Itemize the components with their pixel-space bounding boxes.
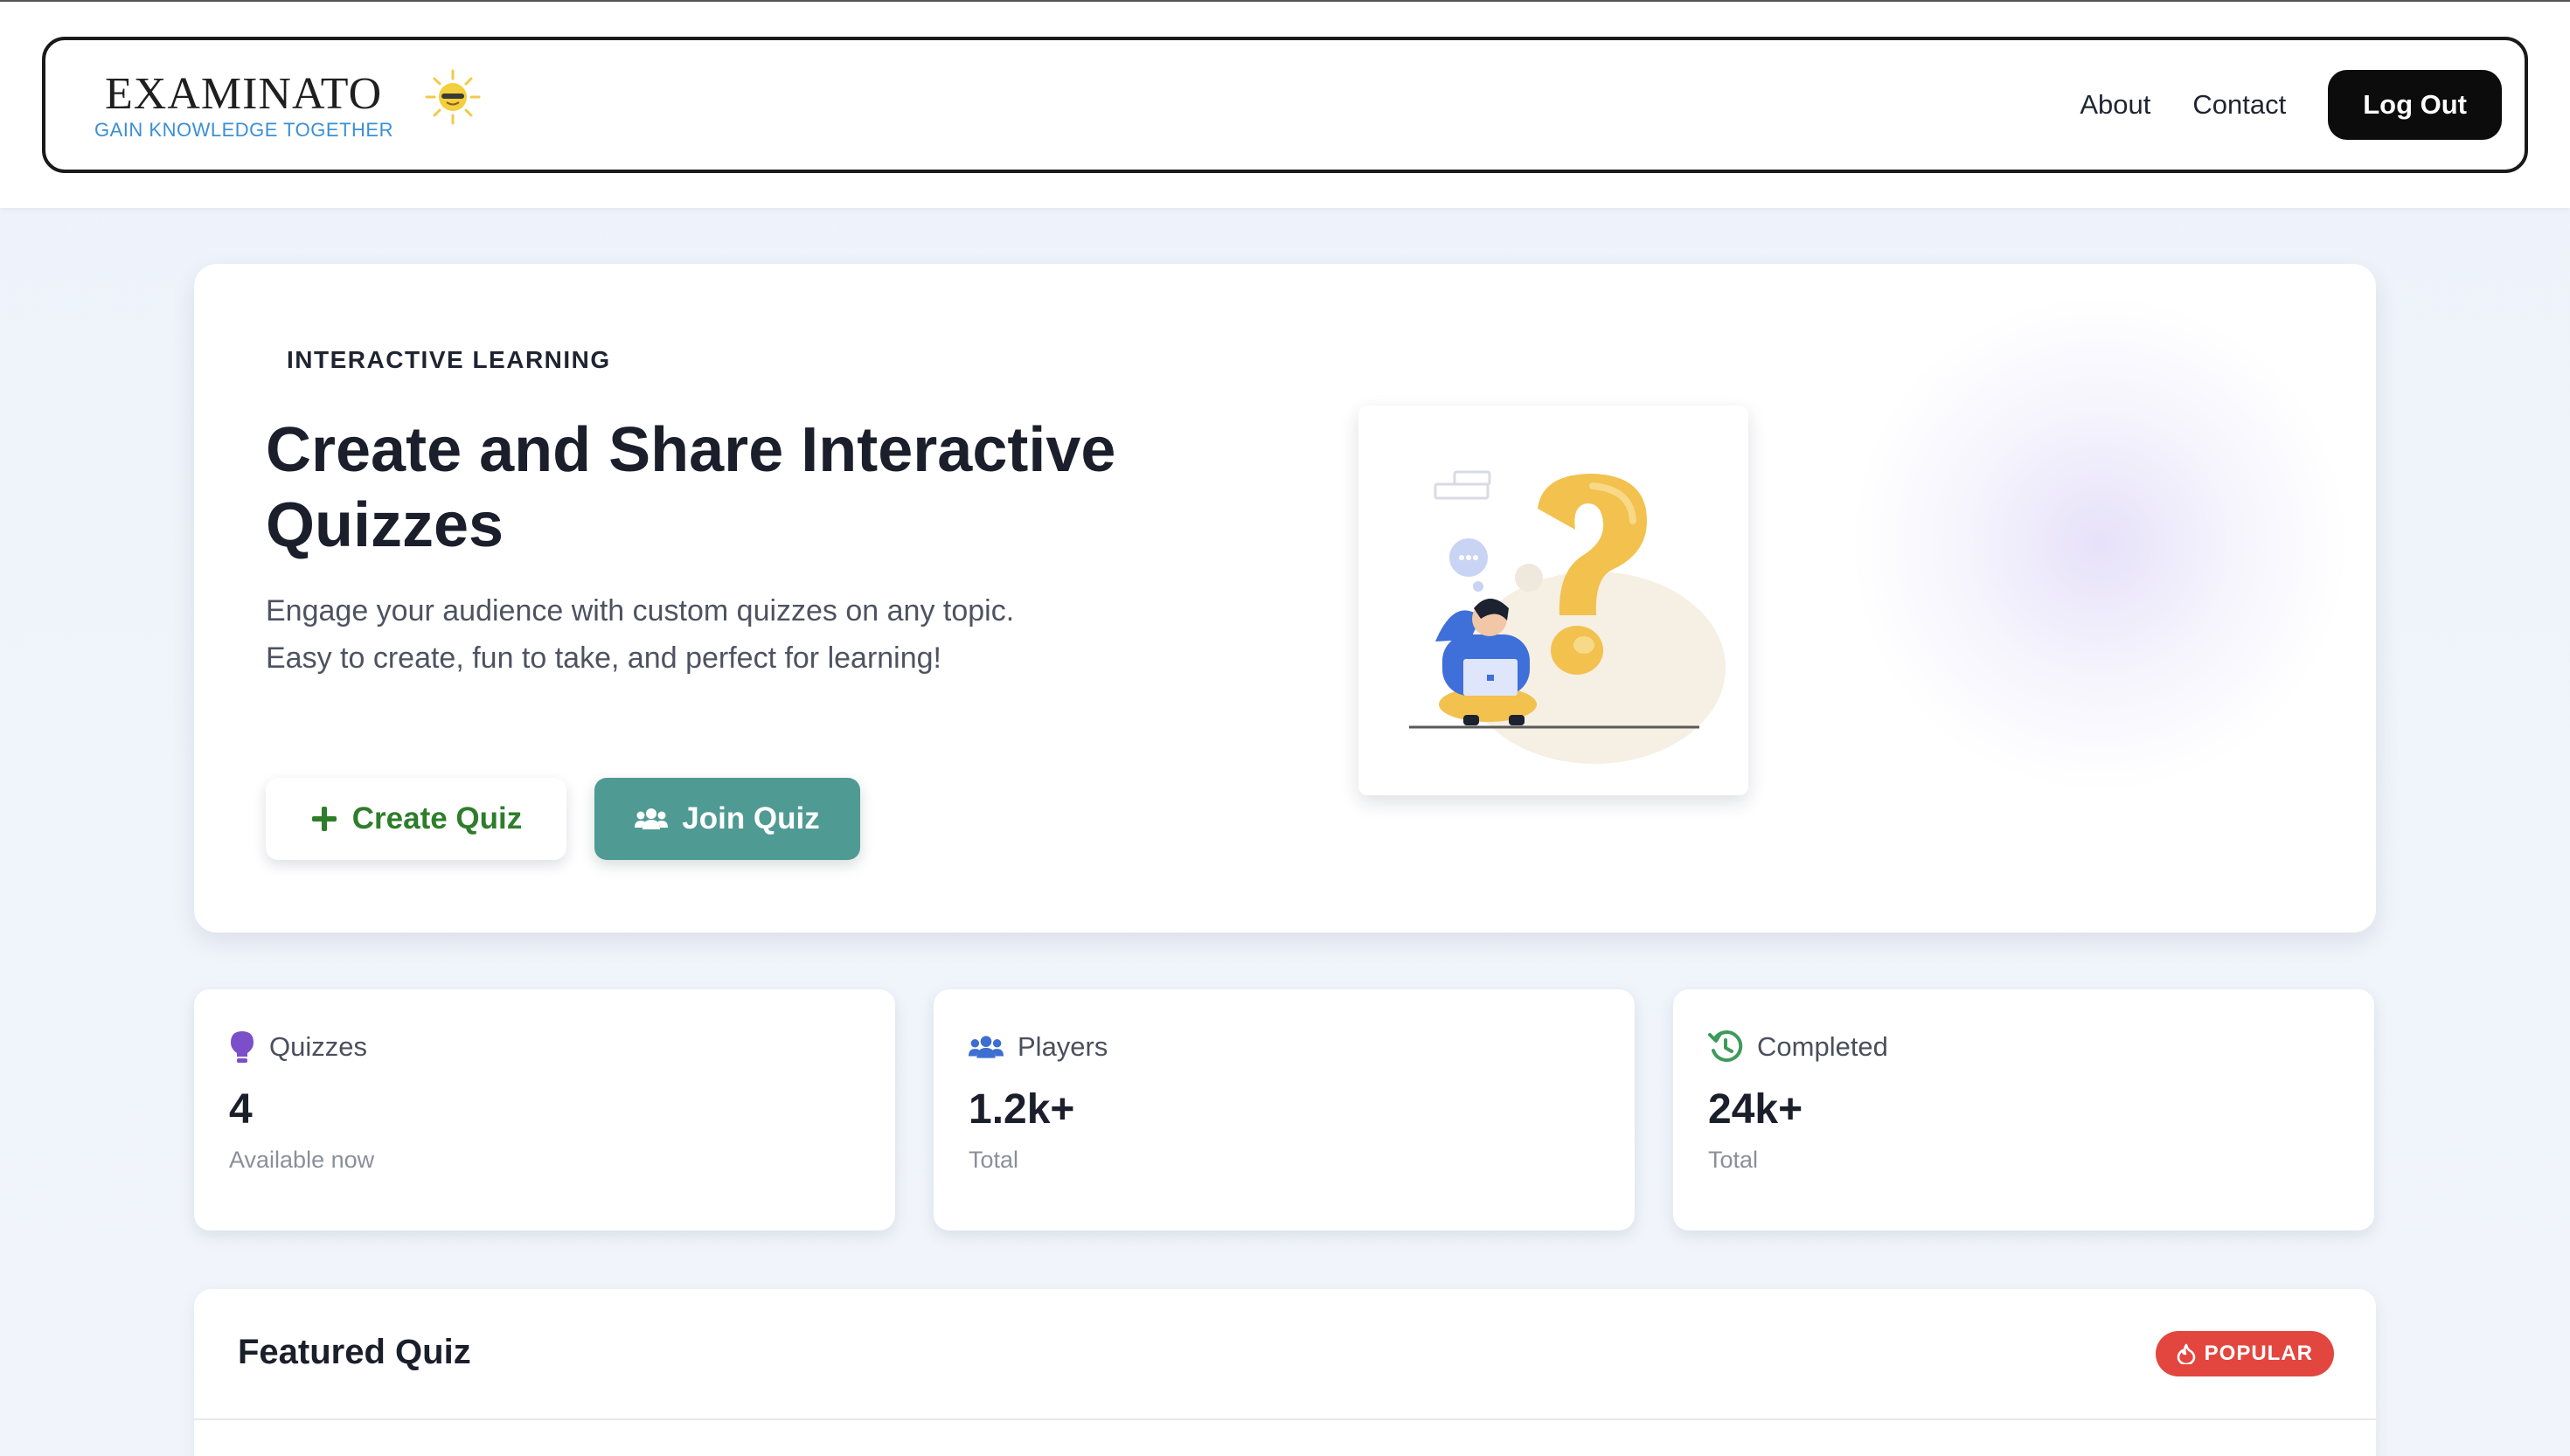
nav-about-link[interactable]: About [2080, 70, 2150, 140]
create-quiz-label: Create Quiz [351, 801, 523, 835]
lightbulb-icon [231, 1031, 254, 1063]
logo-tagline: GAIN KNOWLEDGE TOGETHER [94, 119, 393, 141]
stat-card-players: Players 1.2k+ Total [934, 989, 1635, 1231]
hero-card: INTERACTIVE LEARNING Create and Share In… [194, 264, 2376, 933]
join-quiz-label: Join Quiz [682, 801, 820, 835]
navbar: EXAMINATO GAIN KNOWLEDGE TOGETHER About … [42, 37, 2528, 173]
users-icon [969, 1036, 1004, 1058]
history-icon [1708, 1030, 1743, 1063]
hero-eyebrow: INTERACTIVE LEARNING [287, 346, 611, 373]
popular-badge-label: POPULAR [2204, 1342, 2313, 1365]
stat-subtext: Total [969, 1147, 1019, 1173]
stat-subtext: Total [1708, 1147, 1759, 1173]
logout-button[interactable]: Log Out [2328, 70, 2502, 140]
nav-links: About Contact Log Out [2080, 70, 2502, 140]
create-quiz-button[interactable]: Create Quiz [266, 778, 566, 860]
featured-quiz-section: Featured Quiz POPULAR [194, 1289, 2376, 1456]
hero-illustration-card [1358, 406, 1748, 795]
stat-head: Completed [1708, 1026, 1888, 1068]
hero-title: Create and Share Interactive Quizzes [266, 415, 1116, 560]
sun-logo-icon [425, 69, 481, 125]
fire-icon [2177, 1343, 2195, 1364]
hero-glow-decoration [1855, 299, 2344, 788]
nav-contact-link[interactable]: Contact [2192, 70, 2286, 140]
users-icon [635, 808, 669, 829]
plus-icon [311, 807, 337, 831]
divider [194, 1418, 2376, 1420]
stat-card-completed: Completed 24k+ Total [1673, 989, 2374, 1231]
stat-label: Completed [1757, 1031, 1888, 1062]
stat-value: 4 [229, 1086, 253, 1133]
stat-value: 24k+ [1708, 1086, 1803, 1133]
stat-head: Quizzes [229, 1026, 367, 1068]
question-mark-illustration-icon [1409, 470, 1726, 764]
stat-head: Players [969, 1026, 1108, 1068]
stat-label: Quizzes [269, 1031, 367, 1062]
featured-title: Featured Quiz [238, 1333, 471, 1371]
logo[interactable]: EXAMINATO GAIN KNOWLEDGE TOGETHER [80, 68, 483, 147]
popular-badge: POPULAR [2155, 1331, 2334, 1376]
join-quiz-button[interactable]: Join Quiz [594, 778, 860, 860]
logo-title: EXAMINATO [105, 69, 383, 119]
hero-description: Engage your audience with custom quizzes… [266, 594, 1015, 675]
stat-card-quizzes: Quizzes 4 Available now [194, 989, 895, 1231]
stat-value: 1.2k+ [969, 1086, 1075, 1133]
site-header: EXAMINATO GAIN KNOWLEDGE TOGETHER About … [0, 2, 2570, 208]
stat-subtext: Available now [229, 1147, 375, 1173]
stat-label: Players [1018, 1031, 1108, 1062]
